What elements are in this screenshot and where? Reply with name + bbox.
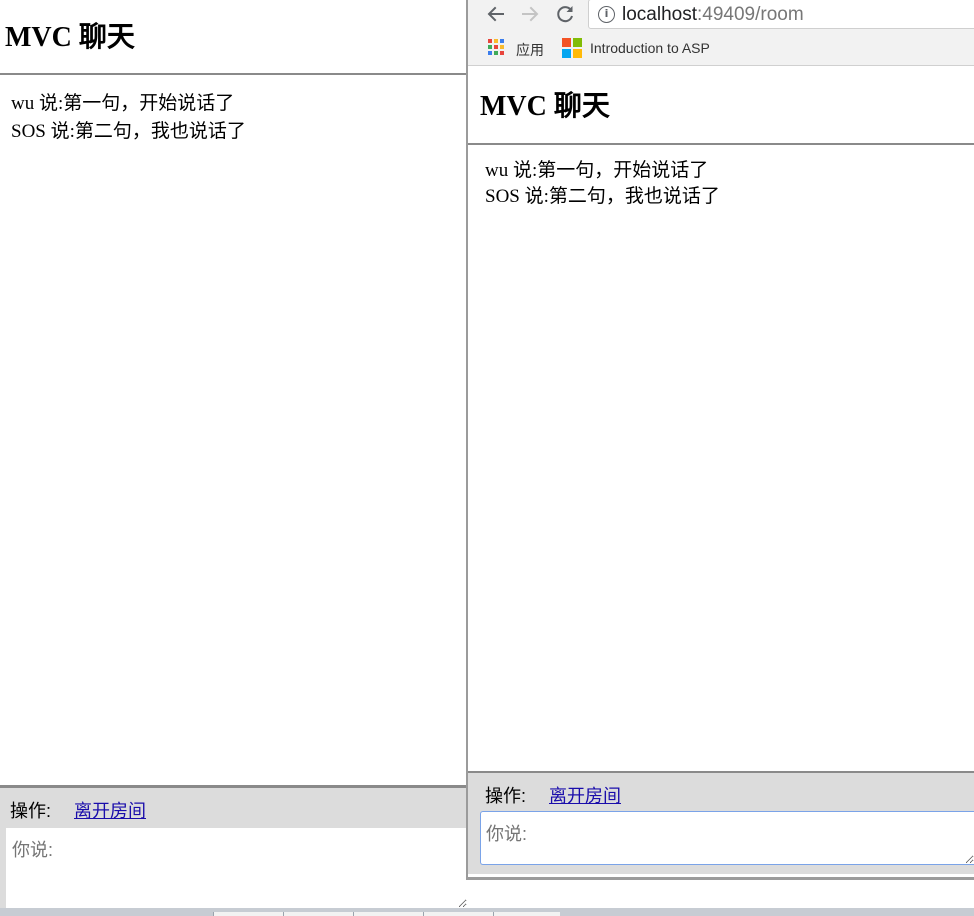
- arrow-right-icon: [522, 6, 539, 22]
- title-divider: [0, 73, 467, 75]
- input-area: [468, 811, 974, 874]
- chat-message-input[interactable]: [6, 828, 467, 908]
- message-item: wu 说:第一句，开始说话了: [485, 160, 709, 181]
- message-list: wu 说:第一句，开始说话了 SOS 说:第二句，我也说话了: [11, 90, 246, 146]
- operations-label: 操作:: [485, 786, 527, 806]
- bookmark-apps-label[interactable]: 应用: [516, 40, 544, 60]
- reload-icon: [557, 6, 573, 23]
- url-path: :49409/room: [697, 4, 804, 25]
- browser-page-content: MVC 聊天 wu 说:第一句，开始说话了 SOS 说:第二句，我也说话了 操作…: [468, 67, 974, 877]
- taskbar-strip: [0, 908, 974, 916]
- apps-grid-icon[interactable]: [488, 39, 504, 55]
- chat-message-input[interactable]: [480, 811, 974, 865]
- leave-room-link[interactable]: 离开房间: [549, 782, 621, 808]
- bookmark-asp-label[interactable]: Introduction to ASP: [590, 40, 710, 56]
- taskbar-button[interactable]: [283, 912, 353, 916]
- url-host: localhost: [622, 4, 697, 25]
- taskbar-button[interactable]: [353, 912, 423, 916]
- message-item: wu 说:第一句，开始说话了: [11, 93, 235, 114]
- message-list: wu 说:第一句，开始说话了 SOS 说:第二句，我也说话了: [485, 158, 720, 210]
- address-bar[interactable]: i localhost:49409/room: [588, 0, 974, 29]
- browser-toolbar: i localhost:49409/room: [468, 0, 974, 30]
- browser-window: i localhost:49409/room 应用 Introduction t…: [466, 0, 974, 880]
- taskbar-button[interactable]: [423, 912, 493, 916]
- operations-label: 操作:: [10, 801, 52, 821]
- info-icon[interactable]: i: [598, 6, 615, 23]
- forward-button[interactable]: [518, 2, 542, 26]
- leave-room-link[interactable]: 离开房间: [74, 797, 146, 823]
- title-divider: [468, 143, 974, 145]
- taskbar-button[interactable]: [213, 912, 283, 916]
- url-text[interactable]: localhost:49409/room: [622, 4, 804, 26]
- message-item: SOS 说:第二句，我也说话了: [485, 186, 720, 207]
- back-button[interactable]: [484, 2, 508, 26]
- arrow-left-icon: [487, 6, 504, 22]
- operations-bar: 操作: 离开房间: [0, 788, 467, 828]
- microsoft-logo-icon[interactable]: [562, 38, 582, 58]
- operations-bar: 操作: 离开房间: [468, 773, 974, 811]
- page-title: MVC 聊天: [480, 91, 610, 122]
- input-area: [0, 828, 467, 908]
- taskbar-button[interactable]: [493, 912, 560, 916]
- message-item: SOS 说:第二句，我也说话了: [11, 121, 246, 142]
- reload-button[interactable]: [553, 2, 577, 26]
- left-chat-window: MVC 聊天 wu 说:第一句，开始说话了 SOS 说:第二句，我也说话了 操作…: [0, 0, 467, 916]
- page-title: MVC 聊天: [5, 22, 135, 53]
- bookmarks-bar: 应用 Introduction to ASP: [468, 30, 974, 66]
